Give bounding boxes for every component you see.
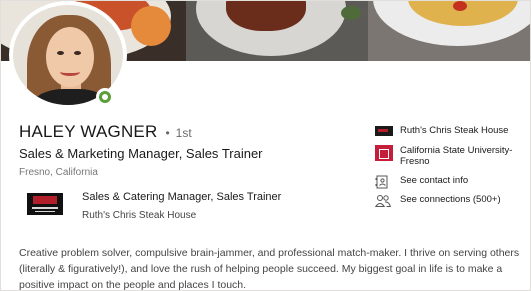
school-logo-icon [375,145,393,161]
name-row: HALEY WAGNER • 1st [19,122,192,142]
connections-label: See connections (500+) [400,194,501,205]
about-summary: Creative problem solver, compulsive brai… [19,247,520,291]
sidebar-school-label: California State University-Fresno [400,145,513,167]
connection-degree: 1st [175,126,192,140]
company-logo-icon [27,193,63,215]
profile-location: Fresno, California [19,167,98,178]
profile-headline: Sales & Marketing Manager, Sales Trainer [19,146,263,161]
contact-info-label: See contact info [400,175,469,186]
contact-info-link[interactable]: See contact info [375,175,525,189]
company-logo-icon [375,126,393,136]
sidebar-company-link[interactable]: Ruth's Chris Steak House [375,125,525,136]
online-status-icon [96,88,114,106]
current-position[interactable]: Sales & Catering Manager, Sales Trainer … [27,189,347,225]
sidebar-company-label: Ruth's Chris Steak House [400,125,509,136]
sidebar-school-link[interactable]: California State University-Fresno [375,145,525,167]
profile-name: HALEY WAGNER [19,122,158,141]
connections-people-icon [374,194,393,208]
banner-photo-pasta [368,1,530,61]
position-title: Sales & Catering Manager, Sales Trainer [82,191,282,203]
profile-card: HALEY WAGNER • 1st Sales & Marketing Man… [0,0,531,291]
position-company: Ruth's Chris Steak House [82,210,197,221]
separator-dot: • [165,126,170,140]
connections-link[interactable]: See connections (500+) [374,194,525,208]
contact-card-icon [375,175,393,189]
banner-photo-steak [186,1,368,61]
